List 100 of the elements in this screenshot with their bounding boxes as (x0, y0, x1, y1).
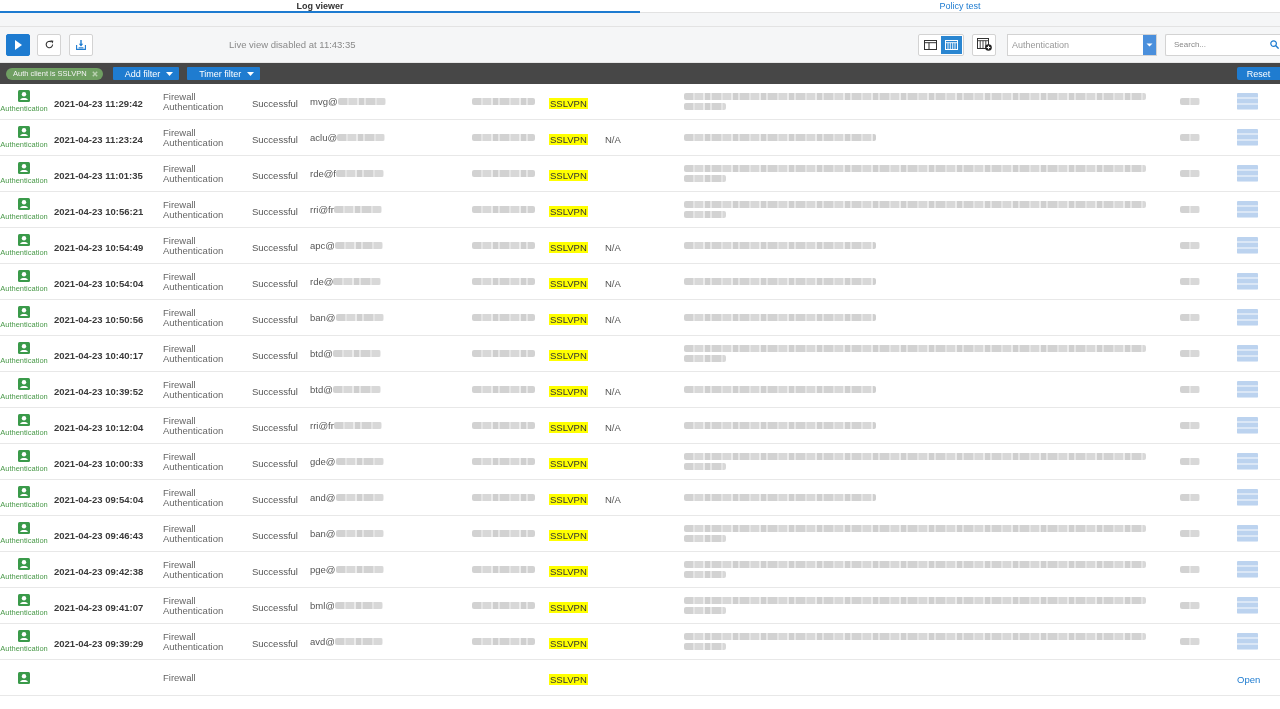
log-type: Firewall Authentication (163, 559, 225, 580)
timestamp: 2021-04-23 10:50:56 (54, 313, 144, 325)
redacted-text (472, 134, 535, 141)
redacted-text (1180, 98, 1200, 105)
redacted-link[interactable] (1237, 633, 1258, 650)
status-text: Successful (252, 601, 298, 613)
status-text: Successful (252, 241, 298, 253)
play-button[interactable] (6, 33, 30, 56)
person-icon (18, 378, 30, 390)
redacted-text (472, 458, 535, 465)
redacted-text (1180, 206, 1200, 213)
redacted-text (472, 638, 535, 645)
filter-menu-button[interactable]: Timer filter (187, 67, 261, 80)
person-icon (18, 162, 30, 174)
redacted-text (684, 103, 726, 110)
highlighted-text: SSLVPN (549, 313, 588, 325)
person-icon (18, 198, 30, 210)
status-text: Successful (252, 97, 298, 109)
user-name: rri@fr (310, 420, 334, 431)
redacted-link[interactable] (1237, 273, 1258, 290)
person-icon (18, 342, 30, 354)
redacted-text (333, 422, 382, 429)
log-type: Firewall Authentication (163, 379, 225, 400)
mechanism-text: N/A (605, 133, 621, 145)
close-icon[interactable] (91, 70, 98, 77)
log-type-dropdown[interactable]: Authentication (1007, 33, 1157, 56)
caret-icon (1143, 34, 1156, 55)
redacted-link[interactable] (1237, 93, 1258, 110)
log-type: Firewall Authentication (163, 343, 225, 364)
redacted-link[interactable] (1237, 525, 1258, 542)
redacted-link[interactable] (1237, 237, 1258, 254)
user-name: ban@ (310, 312, 336, 323)
timestamp: 2021-04-23 10:54:04 (54, 277, 144, 289)
redacted-link[interactable] (1237, 453, 1258, 470)
redacted-text (472, 98, 535, 105)
log-type: Firewall (163, 672, 197, 683)
redacted-link[interactable] (1237, 345, 1258, 362)
timestamp: 2021-04-23 10:12:04 (54, 421, 144, 433)
user-name: aclu@ (310, 132, 338, 143)
user-name: btd@ (310, 384, 333, 395)
mechanism-text: N/A (605, 277, 621, 289)
table-view-button[interactable] (941, 35, 962, 54)
table-icon (945, 39, 958, 50)
person-icon (18, 594, 30, 606)
status-text: Successful (252, 493, 298, 505)
redacted-link[interactable] (1237, 561, 1258, 578)
redacted-text (472, 494, 535, 501)
add-column-button[interactable] (972, 33, 996, 56)
redacted-link[interactable] (1237, 201, 1258, 218)
redacted-text (1180, 278, 1200, 285)
status-text: Successful (252, 205, 298, 217)
redacted-text (1180, 494, 1200, 501)
redacted-text (1180, 134, 1200, 141)
highlighted-text: SSLVPN (549, 637, 588, 649)
redacted-text (333, 278, 382, 285)
timestamp: 2021-04-23 09:54:04 (54, 493, 144, 505)
filter-menu-button[interactable]: Add filter (112, 67, 180, 80)
reset-button[interactable]: Reset (1237, 67, 1280, 80)
redacted-link[interactable] (1237, 165, 1258, 182)
search-field[interactable]: Search... (1165, 33, 1280, 56)
highlighted-text: SSLVPN (549, 493, 588, 505)
mechanism-text: N/A (605, 421, 621, 433)
redacted-link[interactable] (1237, 309, 1258, 326)
redacted-link[interactable] (1237, 597, 1258, 614)
user-name: rde@ (310, 276, 334, 287)
redacted-link[interactable] (1237, 417, 1258, 434)
highlighted-text: SSLVPN (549, 601, 588, 613)
redacted-text (337, 134, 386, 141)
redacted-text (684, 571, 726, 578)
redacted-text (1180, 350, 1200, 357)
user-name: pge@ (310, 564, 336, 575)
redacted-text (334, 602, 383, 609)
redacted-text (684, 211, 726, 218)
log-type: Firewall Authentication (163, 307, 225, 328)
refresh-button[interactable] (37, 33, 61, 56)
log-type: Firewall Authentication (163, 595, 225, 616)
highlighted-text: SSLVPN (549, 133, 588, 145)
redacted-link[interactable] (1237, 489, 1258, 506)
export-button[interactable] (69, 33, 93, 56)
status-text: Successful (252, 457, 298, 469)
timestamp: 2021-04-23 11:23:24 (54, 133, 143, 145)
highlighted-text: SSLVPN (549, 565, 588, 577)
mechanism-text: N/A (605, 385, 621, 397)
open-link[interactable]: Open (1237, 673, 1261, 685)
person-icon (18, 234, 30, 246)
person-icon (18, 558, 30, 570)
person-icon (18, 486, 30, 498)
status-text: Successful (252, 421, 298, 433)
redacted-text (472, 278, 535, 285)
log-type: Firewall Authentication (163, 271, 225, 292)
redacted-text (472, 386, 535, 393)
redacted-link[interactable] (1237, 129, 1258, 146)
timestamp: 2021-04-23 09:42:38 (54, 565, 144, 577)
person-icon (18, 270, 30, 282)
redacted-text (1180, 458, 1200, 465)
timestamp: 2021-04-23 09:46:43 (54, 529, 144, 541)
log-type: Firewall Authentication (163, 523, 225, 544)
highlighted-text: SSLVPN (549, 277, 588, 289)
redacted-link[interactable] (1237, 381, 1258, 398)
redacted-text (472, 602, 535, 609)
